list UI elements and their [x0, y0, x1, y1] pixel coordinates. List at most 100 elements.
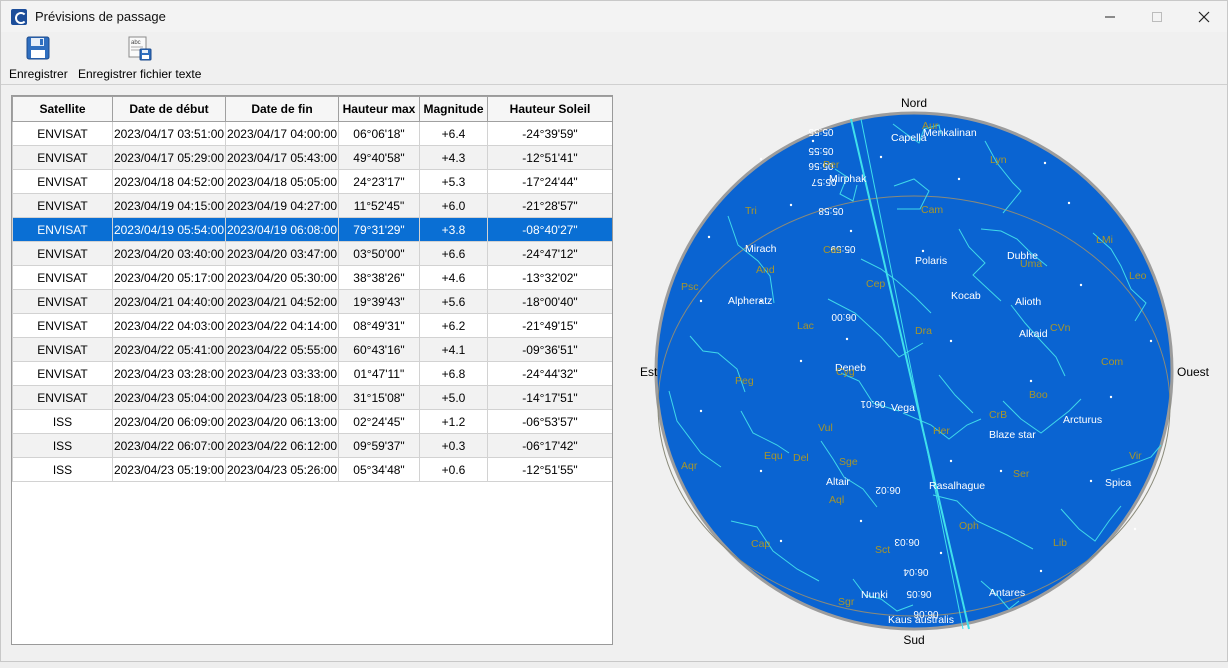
star-name-label: Kocab — [951, 290, 981, 302]
table-cell: 2023/04/20 03:47:00 — [225, 241, 339, 266]
table-cell: 02°24'45" — [338, 409, 420, 434]
minimize-button[interactable] — [1086, 1, 1133, 32]
star-name-label: Antares — [989, 587, 1025, 599]
table-cell: -21°28'57" — [487, 193, 612, 218]
table-cell: 2023/04/20 03:40:00 — [112, 241, 226, 266]
empty-cell — [420, 506, 488, 530]
table-row[interactable]: ENVISAT 2023/04/20 03:40:00 2023/04/20 03:… — [12, 241, 612, 266]
star-dot — [707, 235, 711, 239]
track-time-label: 05:55 — [808, 145, 833, 156]
empty-cell — [420, 602, 488, 626]
star-name-label: Nunki — [861, 589, 888, 601]
constellation-label: Cyg — [836, 366, 855, 378]
table-cell: 01°47'11" — [338, 361, 420, 386]
table-cell: -24°47'12" — [487, 241, 612, 266]
empty-cell — [113, 506, 226, 530]
empty-cell — [13, 530, 113, 554]
table-row[interactable]: ENVISAT 2023/04/20 05:17:00 2023/04/20 05:… — [12, 265, 612, 290]
constellation-label: Uma — [1020, 258, 1042, 270]
constellation-label: Cap — [751, 538, 770, 550]
star-dot — [1067, 201, 1071, 205]
constellation-label: Lib — [1053, 537, 1067, 549]
table-row[interactable]: ENVISAT 2023/04/22 04:03:00 2023/04/22 04:… — [12, 313, 612, 338]
table-row[interactable]: ENVISAT 2023/04/17 05:29:00 2023/04/17 05:… — [12, 145, 612, 170]
star-dot — [849, 229, 853, 233]
table-cell: +6.8 — [419, 361, 488, 386]
empty-row — [13, 602, 613, 626]
table-row[interactable]: ISS 2023/04/22 06:07:00 2023/04/22 06:12:0… — [12, 433, 612, 458]
constellation-label: Psc — [681, 281, 699, 293]
star-dot — [949, 339, 953, 343]
constellation-label: CVn — [1050, 322, 1071, 334]
empty-cell — [13, 506, 113, 530]
table-header-row: Satellite Date de début Date de fin Haut… — [12, 96, 612, 122]
empty-row — [13, 482, 613, 506]
table-row[interactable]: ENVISAT 2023/04/18 04:52:00 2023/04/18 05:… — [12, 169, 612, 194]
table-cell: +6.4 — [419, 121, 488, 146]
table-cell: ENVISAT — [12, 241, 113, 266]
empty-cell — [488, 530, 613, 554]
column-header[interactable]: Magnitude — [419, 96, 488, 122]
close-icon — [1198, 11, 1209, 22]
close-button[interactable] — [1180, 1, 1227, 32]
empty-cell — [113, 530, 226, 554]
table-cell: +1.2 — [419, 409, 488, 434]
east-label: Est — [640, 365, 658, 379]
table-cell: +5.0 — [419, 385, 488, 410]
table-row[interactable]: ENVISAT 2023/04/22 05:41:00 2023/04/22 05:… — [12, 337, 612, 362]
floppy-disk-icon — [26, 36, 50, 60]
table-row[interactable]: ENVISAT 2023/04/23 05:04:00 2023/04/23 05:… — [12, 385, 612, 410]
star-dot — [921, 249, 925, 253]
star-dot — [779, 539, 783, 543]
table-cell: 2023/04/23 05:19:00 — [112, 457, 226, 482]
column-header[interactable]: Satellite — [12, 96, 113, 122]
table-cell: -06°17'42" — [487, 433, 612, 458]
app-icon — [11, 8, 27, 25]
table-cell: 2023/04/23 05:26:00 — [225, 457, 339, 482]
constellation-label: Oph — [959, 520, 979, 532]
empty-cell — [339, 554, 420, 578]
star-name-label: Alpheratz — [728, 295, 772, 307]
table-cell: -21°49'15" — [487, 313, 612, 338]
star-name-label: Blaze star — [989, 429, 1036, 441]
table-cell: ENVISAT — [12, 145, 113, 170]
table-cell: 2023/04/17 05:29:00 — [112, 145, 226, 170]
star-name-label: Rasalhague — [929, 480, 985, 492]
table-row[interactable]: ISS 2023/04/20 06:09:00 2023/04/20 06:13:0… — [12, 409, 612, 434]
constellation-label: Boo — [1029, 389, 1048, 401]
track-time-label: 06:02 — [875, 484, 900, 495]
table-row[interactable]: ISS 2023/04/23 05:19:00 2023/04/23 05:26:0… — [12, 457, 612, 482]
table-cell: 03°50'00" — [338, 241, 420, 266]
table-cell: 2023/04/20 05:17:00 — [112, 265, 226, 290]
table-cell: +5.3 — [419, 169, 488, 194]
table-cell: 2023/04/22 04:03:00 — [112, 313, 226, 338]
table-cell: ENVISAT — [12, 289, 113, 314]
star-dot — [699, 409, 703, 413]
svg-text:abc: abc — [131, 40, 141, 46]
column-header[interactable]: Hauteur Soleil — [487, 96, 612, 122]
empty-cell — [226, 554, 339, 578]
constellation-label: Peg — [735, 375, 754, 387]
table-cell: ENVISAT — [12, 217, 113, 242]
constellation-label: Her — [933, 425, 950, 437]
table-cell: 19°39'43" — [338, 289, 420, 314]
table-row[interactable]: ENVISAT 2023/04/23 03:28:00 2023/04/23 03:… — [12, 361, 612, 386]
maximize-button[interactable] — [1133, 1, 1180, 32]
table-row[interactable]: ENVISAT 2023/04/21 04:40:00 2023/04/21 04:… — [12, 289, 612, 314]
save-button[interactable]: Enregistrer — [9, 35, 68, 81]
table-row[interactable]: ENVISAT 2023/04/19 04:15:00 2023/04/19 04:… — [12, 193, 612, 218]
table-cell: ISS — [12, 433, 113, 458]
sky-map-panel: 05:55 05:55 05:56 05:57 05:58 05:59 06:00 06:01… — [631, 91, 1228, 663]
table-row[interactable]: ENVISAT 2023/04/19 05:54:00 2023/04/19 06:… — [12, 217, 612, 242]
column-header[interactable]: Date de début — [112, 96, 226, 122]
column-header[interactable]: Hauteur max — [338, 96, 420, 122]
table-cell: -24°39'59" — [487, 121, 612, 146]
empty-row — [13, 530, 613, 554]
sky-map[interactable]: 05:5505:5505:5605:5705:5805:5906:0006:01… — [631, 91, 1228, 663]
table-cell: 2023/04/19 06:08:00 — [225, 217, 339, 242]
table-row[interactable]: ENVISAT 2023/04/17 03:51:00 2023/04/17 04:… — [12, 121, 612, 146]
column-header[interactable]: Date de fin — [225, 96, 339, 122]
save-text-file-button[interactable]: abc Enregistrer fichier texte — [78, 35, 201, 81]
empty-cell — [226, 626, 339, 645]
track-time-label: 05:58 — [818, 205, 843, 216]
